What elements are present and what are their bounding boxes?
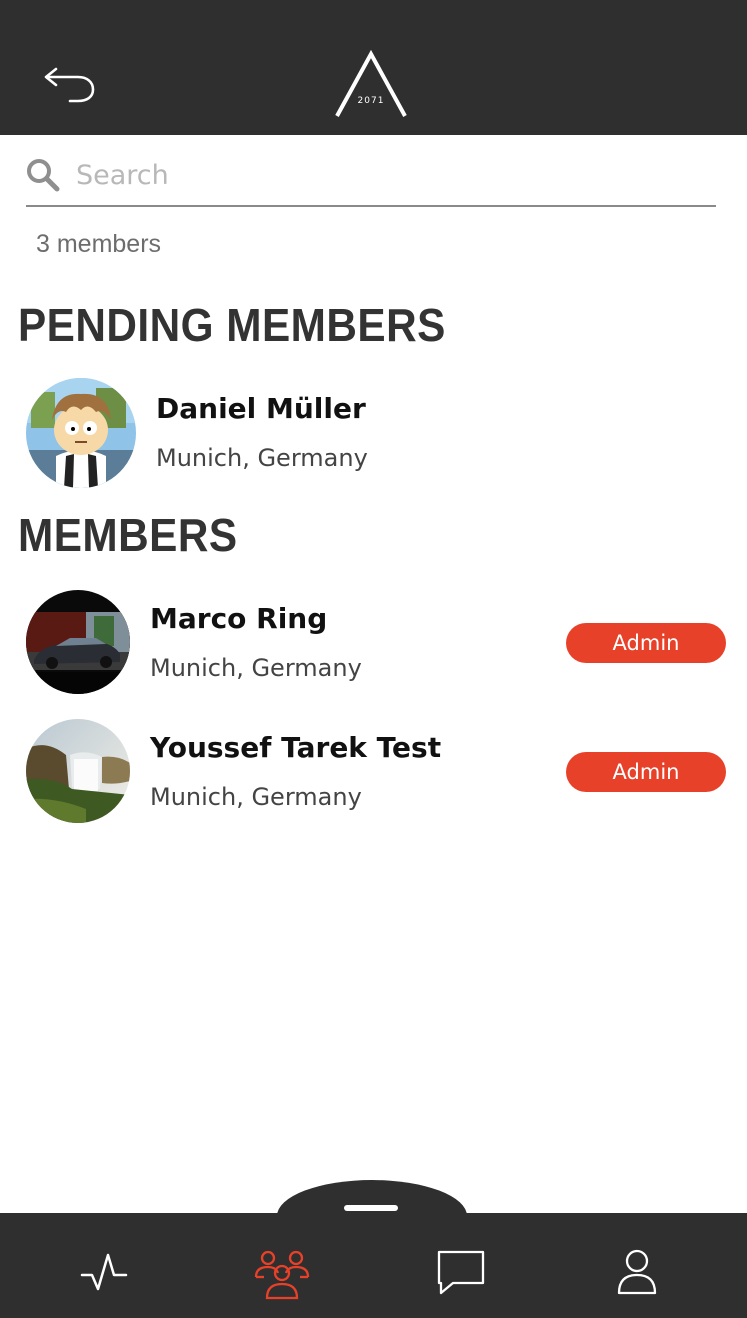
group-icon — [254, 1250, 310, 1300]
activity-icon — [80, 1253, 128, 1291]
logo-icon: 2071 — [335, 49, 407, 117]
admin-badge: Admin — [566, 623, 726, 663]
avatar — [26, 378, 136, 488]
drawer-handle[interactable] — [344, 1205, 398, 1211]
list-item[interactable]: Marco Ring Munich, Germany Admin — [0, 588, 747, 698]
app-logo: 2071 — [334, 49, 408, 120]
member-name: Marco Ring — [150, 602, 328, 635]
tab-profile[interactable] — [607, 1243, 667, 1303]
app-screen: 2071 3 members PENDING MEMBERS — [0, 0, 747, 1318]
member-count: 3 members — [36, 230, 162, 258]
top-bar: 2071 — [0, 0, 747, 135]
search-icon — [27, 159, 60, 192]
member-name: Youssef Tarek Test — [150, 731, 442, 764]
avatar — [26, 590, 130, 694]
search-input[interactable] — [76, 154, 696, 196]
chat-icon — [437, 1250, 485, 1295]
members-heading: MEMBERS — [18, 509, 238, 561]
tab-activity[interactable] — [74, 1243, 134, 1303]
pending-members-heading: PENDING MEMBERS — [18, 299, 446, 351]
bottom-tab-bar — [0, 1213, 747, 1318]
admin-badge: Admin — [566, 752, 726, 792]
member-location: Munich, Germany — [150, 783, 362, 811]
member-location: Munich, Germany — [150, 654, 362, 682]
search-bar — [26, 150, 716, 207]
tab-members[interactable] — [252, 1243, 312, 1303]
member-name: Daniel Müller — [156, 392, 366, 425]
back-arrow-icon — [44, 67, 95, 103]
back-button[interactable] — [38, 58, 102, 108]
profile-icon — [617, 1249, 657, 1295]
logo-text: 2071 — [358, 96, 385, 106]
tab-chat[interactable] — [431, 1243, 491, 1303]
member-location: Munich, Germany — [156, 444, 368, 472]
avatar — [26, 719, 130, 823]
list-item[interactable]: Youssef Tarek Test Munich, Germany Admin — [0, 717, 747, 827]
list-item[interactable]: Daniel Müller Munich, Germany — [0, 376, 747, 488]
